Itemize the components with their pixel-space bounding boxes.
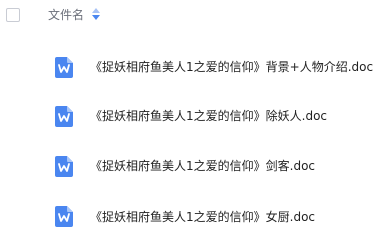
file-list-header: 文件名	[0, 0, 391, 33]
word-doc-icon	[55, 106, 73, 127]
column-header-filename[interactable]: 文件名	[48, 7, 84, 23]
file-name[interactable]: 《捉妖相府鱼美人1之爱的信仰》背景+人物介绍.doc	[90, 59, 373, 75]
word-doc-icon	[55, 57, 73, 78]
word-doc-icon	[55, 156, 73, 177]
file-list-panel: 文件名 《捉妖相府鱼美人1之爱的信仰》背景+人物介绍.doc 《捉妖相府鱼美人1…	[0, 0, 391, 244]
file-name[interactable]: 《捉妖相府鱼美人1之爱的信仰》剑客.doc	[90, 158, 315, 174]
file-row[interactable]: 《捉妖相府鱼美人1之爱的信仰》背景+人物介绍.doc	[0, 42, 391, 92]
sort-icon[interactable]	[92, 8, 100, 20]
file-name[interactable]: 《捉妖相府鱼美人1之爱的信仰》女厨.doc	[90, 209, 315, 225]
file-row[interactable]: 《捉妖相府鱼美人1之爱的信仰》除妖人.doc	[0, 92, 391, 142]
file-row[interactable]: 《捉妖相府鱼美人1之爱的信仰》剑客.doc	[0, 142, 391, 192]
file-row[interactable]: 《捉妖相府鱼美人1之爱的信仰》女厨.doc	[0, 192, 391, 242]
select-all-checkbox[interactable]	[6, 8, 20, 22]
file-name[interactable]: 《捉妖相府鱼美人1之爱的信仰》除妖人.doc	[90, 108, 327, 124]
word-doc-icon	[55, 206, 73, 227]
